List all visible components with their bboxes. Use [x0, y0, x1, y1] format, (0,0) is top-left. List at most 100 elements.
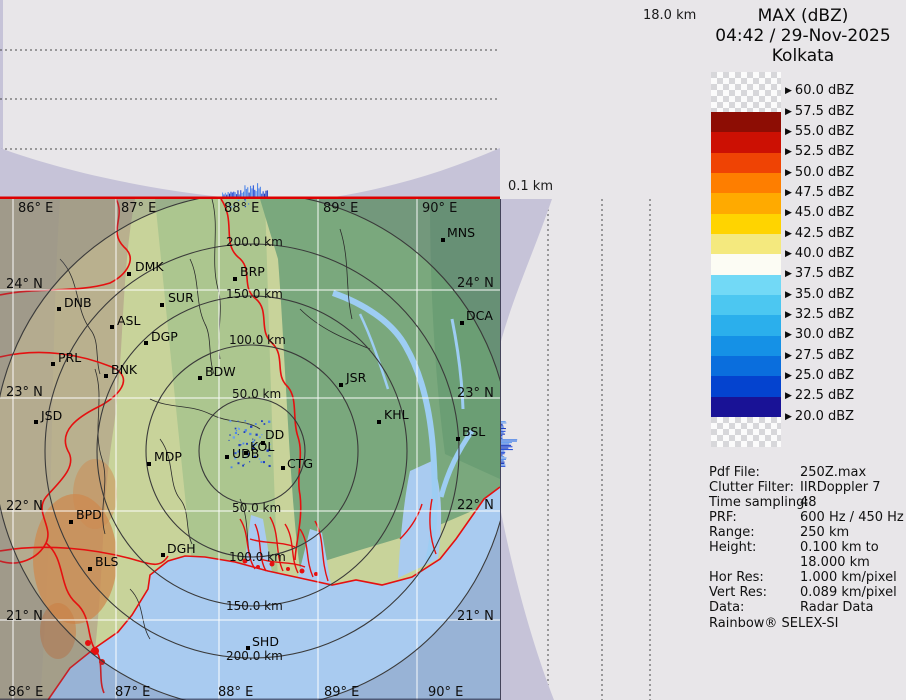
dbz-band [711, 173, 781, 193]
dbz-label: ▶30.0 dBZ [785, 328, 854, 341]
metadata-label: Vert Res: [709, 585, 800, 600]
metadata-row: Pdf File:250Z.max [709, 465, 906, 480]
radar-station-name: Kolkata [700, 46, 906, 66]
dbz-label-text: 42.5 dBZ [795, 226, 854, 241]
dbz-label: ▶50.0 dBZ [785, 166, 854, 179]
tick-arrow-icon: ▶ [785, 310, 792, 320]
dbz-label-text: 52.5 dBZ [795, 144, 854, 159]
height-axis-min-label: 0.1 km [508, 179, 553, 194]
tick-arrow-icon: ▶ [785, 412, 792, 422]
metadata-row: PRF:600 Hz / 450 Hz [709, 510, 906, 525]
dbz-label-text: 27.5 dBZ [795, 348, 854, 363]
metadata-label: Time sampling: [709, 495, 800, 510]
dbz-band [711, 336, 781, 356]
dbz-band [711, 234, 781, 254]
height-axis-max-label: 18.0 km [643, 8, 696, 23]
metadata-row: Hor Res:1.000 km/pixel [709, 570, 906, 585]
dbz-band [711, 193, 781, 213]
dbz-label-text: 60.0 dBZ [795, 83, 854, 98]
dbz-label-text: 22.5 dBZ [795, 388, 854, 403]
title-block: MAX (dBZ) 04:42 / 29-Nov-2025 Kolkata [700, 6, 906, 66]
metadata-row: Height:0.100 km to [709, 540, 906, 555]
dbz-label-text: 30.0 dBZ [795, 327, 854, 342]
metadata-value: 250 km [800, 525, 849, 540]
metadata-value: 0.089 km/pixel [800, 585, 897, 600]
dbz-label: ▶32.5 dBZ [785, 308, 854, 321]
metadata-value: 600 Hz / 450 Hz [800, 510, 904, 525]
metadata-value: IIRDoppler 7 [800, 480, 881, 495]
top-height-projection-panel [0, 0, 500, 199]
dbz-label-text: 32.5 dBZ [795, 307, 854, 322]
legend-panel: MAX (dBZ) 04:42 / 29-Nov-2025 Kolkata ▶6… [700, 0, 906, 700]
metadata-row: Vert Res:0.089 km/pixel [709, 585, 906, 600]
tick-arrow-icon: ▶ [785, 107, 792, 117]
tick-arrow-icon: ▶ [785, 249, 792, 259]
metadata-label: Clutter Filter: [709, 480, 800, 495]
metadata-row: Data:Radar Data [709, 600, 906, 615]
tick-arrow-icon: ▶ [785, 188, 792, 198]
dbz-label-text: 25.0 dBZ [795, 368, 854, 383]
dbz-band [711, 275, 781, 295]
metadata-label [709, 555, 800, 570]
dbz-label-text: 55.0 dBZ [795, 124, 854, 139]
dbz-label: ▶60.0 dBZ [785, 84, 854, 97]
dbz-band [711, 153, 781, 173]
radar-echo-profile [500, 421, 517, 467]
tick-arrow-icon: ▶ [785, 391, 792, 401]
dbz-label-text: 50.0 dBZ [795, 165, 854, 180]
tick-arrow-icon: ▶ [785, 269, 792, 279]
tick-arrow-icon: ▶ [785, 208, 792, 218]
right-height-projection-panel [500, 199, 710, 700]
dbz-label: ▶45.0 dBZ [785, 206, 854, 219]
dbz-label: ▶57.5 dBZ [785, 105, 854, 118]
dbz-label-text: 37.5 dBZ [795, 266, 854, 281]
beam-coverage-wedge-bottom [500, 507, 554, 700]
dbz-label: ▶52.5 dBZ [785, 145, 854, 158]
dbz-band [711, 417, 781, 447]
dbz-band [711, 315, 781, 335]
dbz-label-text: 45.0 dBZ [795, 205, 854, 220]
dbz-label-text: 57.5 dBZ [795, 104, 854, 119]
software-brand: Rainbow® SELEX-SI [709, 616, 839, 631]
product-metadata: Pdf File:250Z.maxClutter Filter:IIRDoppl… [709, 465, 906, 615]
dbz-label: ▶22.5 dBZ [785, 389, 854, 402]
metadata-value: 1.000 km/pixel [800, 570, 897, 585]
metadata-label: Hor Res: [709, 570, 800, 585]
timestamp: 04:42 / 29-Nov-2025 [700, 26, 906, 46]
tick-arrow-icon: ▶ [785, 330, 792, 340]
metadata-value: 0.100 km to [800, 540, 879, 555]
tick-arrow-icon: ▶ [785, 351, 792, 361]
tick-arrow-icon: ▶ [785, 86, 792, 96]
dbz-label: ▶40.0 dBZ [785, 247, 854, 260]
tick-arrow-icon: ▶ [785, 229, 792, 239]
dbz-band [711, 397, 781, 417]
radar-display-window: 18.0 km 0.1 km [0, 0, 906, 700]
dbz-band [711, 214, 781, 234]
dbz-label: ▶47.5 dBZ [785, 186, 854, 199]
dbz-band [711, 112, 781, 132]
dbz-label-text: 47.5 dBZ [795, 185, 854, 200]
dbz-band [711, 295, 781, 315]
metadata-row: Time sampling:48 [709, 495, 906, 510]
metadata-label: Data: [709, 600, 800, 615]
tick-arrow-icon: ▶ [785, 127, 792, 137]
dbz-label: ▶42.5 dBZ [785, 227, 854, 240]
metadata-row: Range:250 km [709, 525, 906, 540]
dbz-band [711, 72, 781, 112]
dbz-band [711, 376, 781, 396]
dbz-label: ▶37.5 dBZ [785, 267, 854, 280]
metadata-value: 48 [800, 495, 817, 510]
metadata-row: 18.000 km [709, 555, 906, 570]
tick-arrow-icon: ▶ [785, 147, 792, 157]
metadata-label: Range: [709, 525, 800, 540]
dbz-label: ▶55.0 dBZ [785, 125, 854, 138]
dbz-band [711, 356, 781, 376]
dbz-label: ▶25.0 dBZ [785, 369, 854, 382]
beam-coverage-wedge-top [500, 199, 552, 345]
metadata-label: Pdf File: [709, 465, 800, 480]
metadata-row: Clutter Filter:IIRDoppler 7 [709, 480, 906, 495]
dbz-label: ▶27.5 dBZ [785, 349, 854, 362]
metadata-value: 250Z.max [800, 465, 866, 480]
radar-map [0, 199, 501, 700]
tick-arrow-icon: ▶ [785, 371, 792, 381]
